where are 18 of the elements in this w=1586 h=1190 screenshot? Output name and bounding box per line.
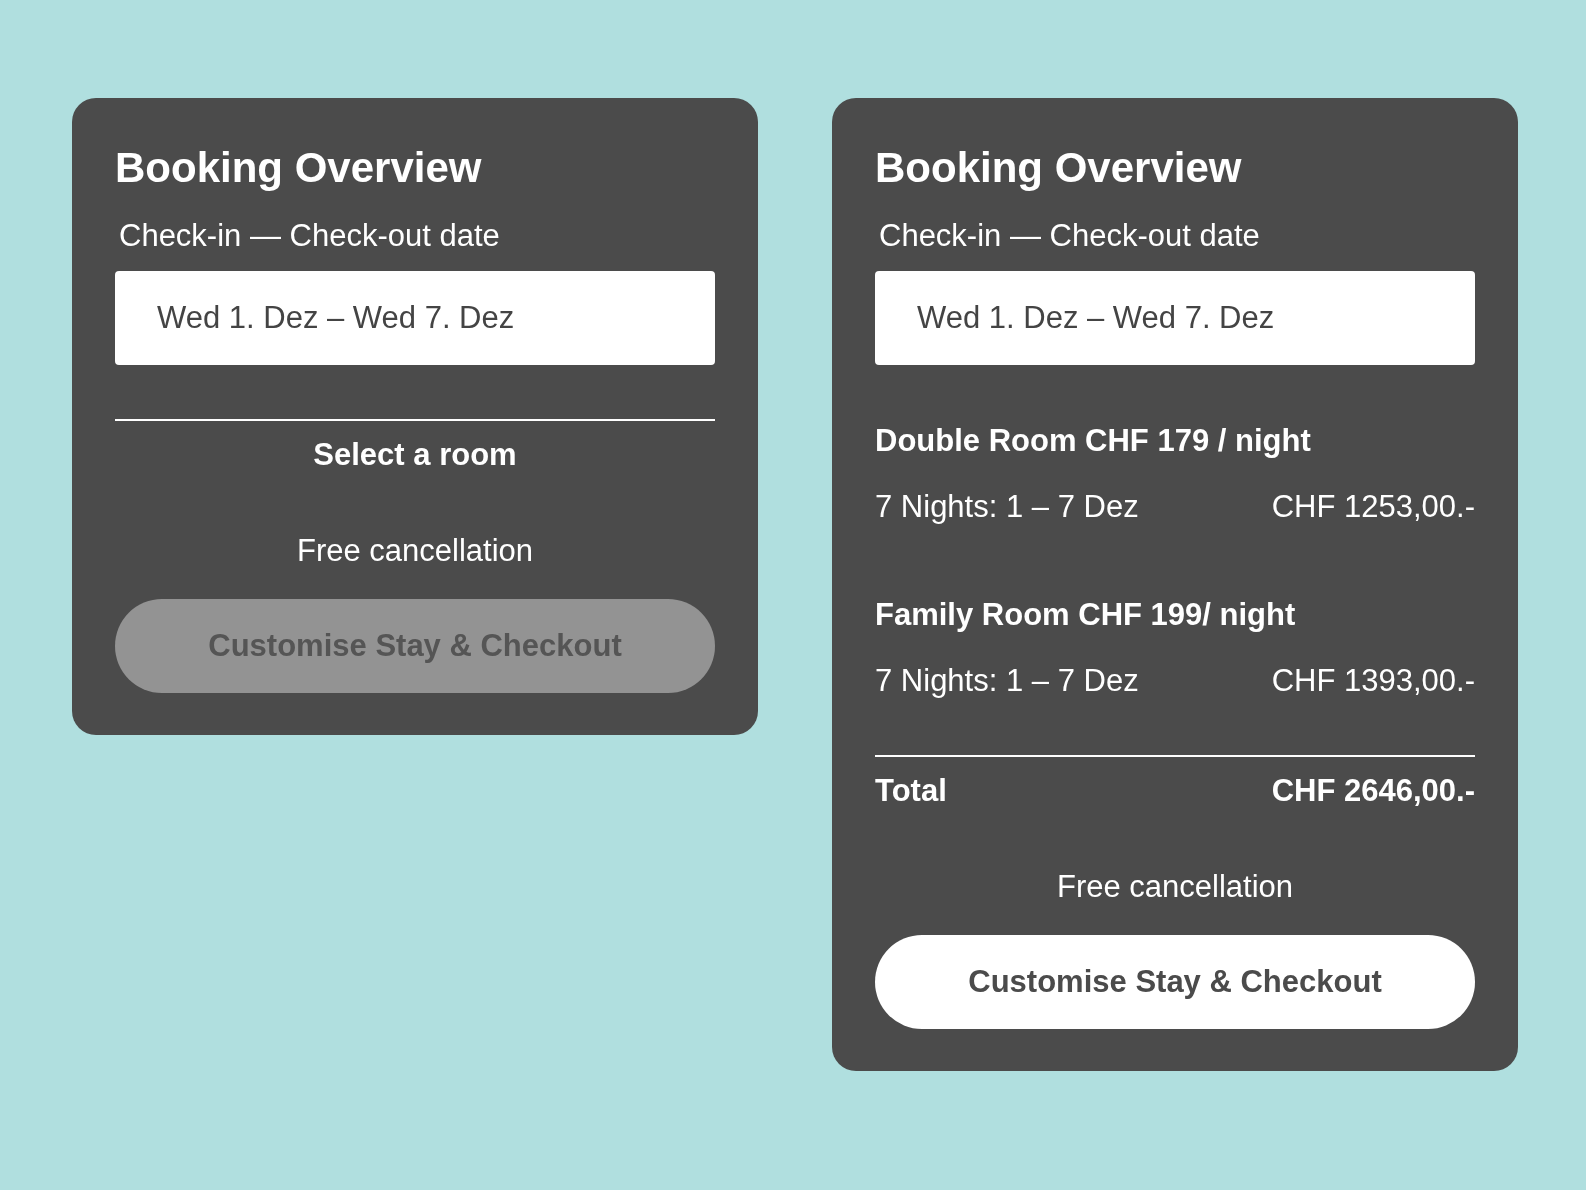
room-nights: 7 Nights: 1 – 7 Dez [875, 488, 1139, 526]
total-label: Total [875, 772, 947, 810]
room-price: CHF 1253,00.- [1271, 488, 1475, 526]
date-label: Check-in — Check-out date [119, 217, 501, 255]
room-nights: 7 Nights: 1 – 7 Dez [875, 662, 1139, 700]
date-label: Check-in — Check-out date [879, 217, 1261, 255]
cancellation-note: Free cancellation [295, 532, 535, 570]
cancellation-note: Free cancellation [1055, 868, 1295, 906]
card-title: Booking Overview [115, 143, 483, 193]
date-field[interactable]: Wed 1. Dez – Wed 7. Dez [875, 271, 1475, 365]
room-price: CHF 1393,00.- [1271, 662, 1475, 700]
checkout-button[interactable]: Customise Stay & Checkout [875, 935, 1475, 1029]
room-name: Family Room CHF 199/ night [875, 596, 1297, 634]
date-field[interactable]: Wed 1. Dez – Wed 7. Dez [115, 271, 715, 365]
total-value: CHF 2646,00.- [1271, 772, 1475, 810]
select-room-prompt: Select a room [312, 436, 518, 474]
room-name: Double Room CHF 179 / night [875, 422, 1312, 460]
card-title: Booking Overview [875, 143, 1243, 193]
